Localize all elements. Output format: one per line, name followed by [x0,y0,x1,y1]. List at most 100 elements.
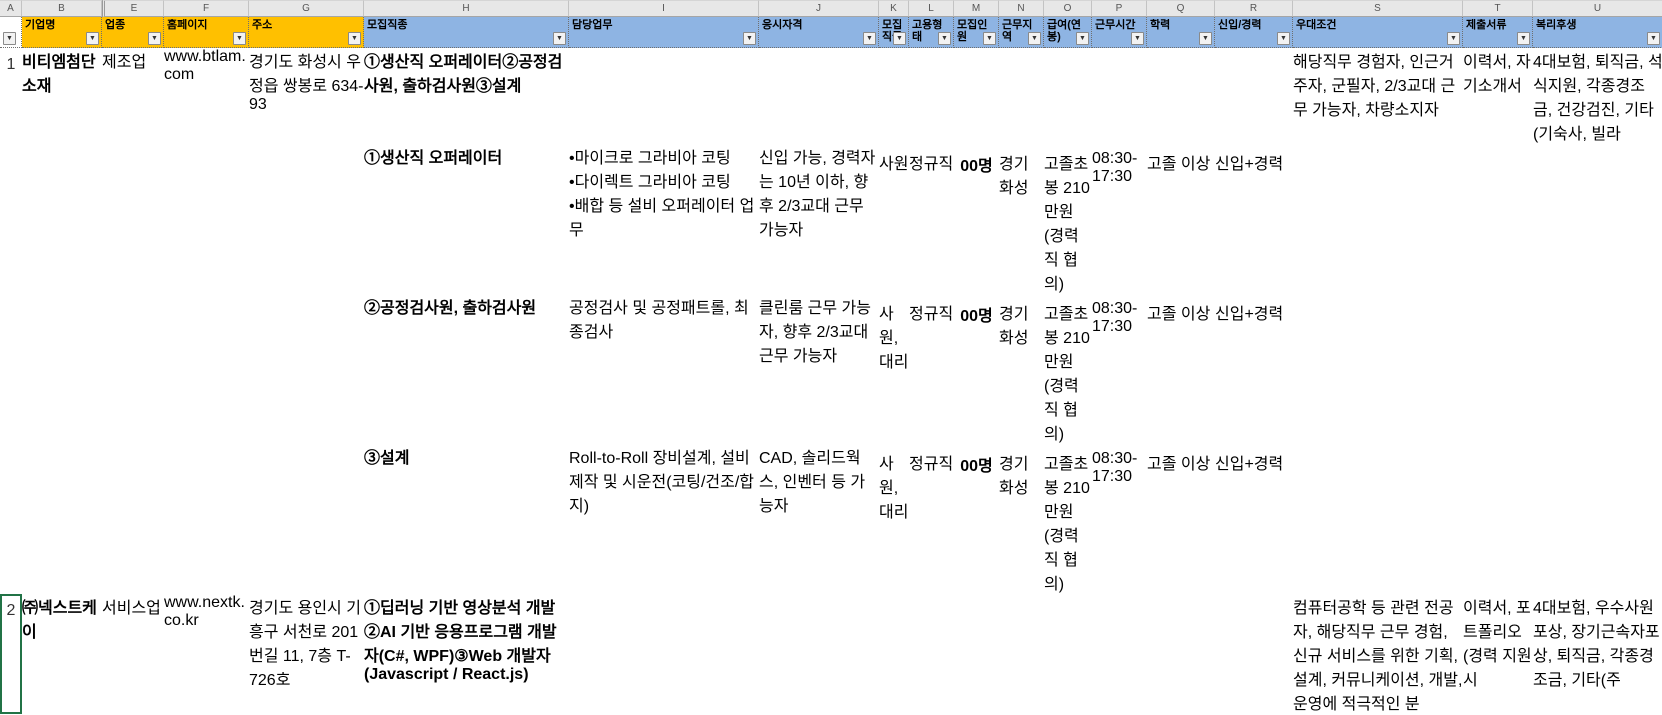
row-number-cell[interactable] [0,144,22,294]
header-cell-기업명[interactable]: 기업명▼ [22,17,102,48]
career-level-cell[interactable]: 신입+경력 [1215,144,1293,294]
education-cell[interactable]: 고졸 이상 [1147,144,1215,294]
filter-dropdown-button[interactable]: ▼ [86,32,99,45]
work-location-cell[interactable]: 경기 화성 [999,144,1044,294]
header-cell-filter[interactable]: ▼ [0,17,22,48]
header-cell-모집직종[interactable]: 모집직종▼ [364,17,569,48]
filter-dropdown-button[interactable]: ▼ [863,32,876,45]
filter-dropdown-button[interactable]: ▼ [1277,32,1290,45]
education-cell[interactable] [1147,48,1215,144]
employment-type-cell[interactable]: 정규직 [909,294,954,444]
filter-dropdown-button[interactable]: ▼ [1076,32,1089,45]
headcount-cell[interactable] [954,48,999,144]
job-title-cell[interactable]: ①딥러닝 기반 영상분석 개발②AI 기반 응용프로그램 개발자(C#, WPF… [364,594,569,714]
qualification-cell[interactable]: CAD, 솔리드웍스, 인벤터 등 가능자 [759,444,879,594]
industry-cell[interactable] [102,444,164,594]
column-letter-S[interactable]: S [1293,0,1463,17]
benefits-cell[interactable]: 4대보험, 우수사원포상, 장기근속자포상, 퇴직금, 각종경조금, 기타(주 [1533,594,1662,714]
filter-dropdown-button[interactable]: ▼ [348,32,361,45]
documents-cell[interactable] [1463,444,1533,594]
education-cell[interactable] [1147,594,1215,714]
duties-cell[interactable] [569,48,759,144]
position-grade-cell[interactable]: 사원 [879,144,909,294]
filter-dropdown-button[interactable]: ▼ [938,32,951,45]
qualification-cell[interactable]: 신입 가능, 경력자는 10년 이하, 향후 2/3교대 근무 가능자 [759,144,879,294]
column-letter-F[interactable]: F [164,0,249,17]
column-letter-A[interactable]: A [0,0,22,17]
position-grade-cell[interactable]: 사원, 대리 [879,444,909,594]
filter-dropdown-button[interactable]: ▼ [1447,32,1460,45]
documents-cell[interactable]: 이력서, 포트폴리오 (경력 지원시 [1463,594,1533,714]
benefits-cell[interactable]: 4대보험, 퇴직금, 석식지원, 각종경조금, 건강검진, 기타(기숙사, 빌라 [1533,48,1662,144]
work-hours-cell[interactable] [1092,594,1147,714]
documents-cell[interactable] [1463,294,1533,444]
address-cell[interactable] [249,144,364,294]
headcount-cell[interactable]: 00명 [954,444,999,594]
website-cell[interactable] [164,294,249,444]
column-letter-I[interactable]: I [569,0,759,17]
header-cell-주소[interactable]: 주소▼ [249,17,364,48]
education-cell[interactable]: 고졸 이상 [1147,294,1215,444]
documents-cell[interactable] [1463,144,1533,294]
header-cell-급여(연봉)[interactable]: 급여(연봉)▼ [1044,17,1092,48]
employment-type-cell[interactable]: 정규직 [909,144,954,294]
header-cell-담당업무[interactable]: 담당업무▼ [569,17,759,48]
career-level-cell[interactable] [1215,594,1293,714]
column-letter-U[interactable]: U [1533,0,1662,17]
header-cell-응시자격[interactable]: 응시자격▼ [759,17,879,48]
preference-cell[interactable]: 해당직무 경험자, 인근거주자, 군필자, 2/3교대 근무 가능자, 차량소지… [1293,48,1463,144]
website-cell[interactable]: www.btlam.com [164,48,249,144]
work-hours-cell[interactable] [1092,48,1147,144]
column-letter-B[interactable]: B [22,0,102,17]
position-grade-cell[interactable]: 사원, 대리 [879,294,909,444]
company-name-cell[interactable]: 비티엠첨단소재 [22,48,102,144]
header-cell-근무시간[interactable]: 근무시간▼ [1092,17,1147,48]
address-cell[interactable]: 경기도 용인시 기흥구 서천로 201번길 11, 7층 T-726호 [249,594,364,714]
industry-cell[interactable] [102,294,164,444]
column-letter-G[interactable]: G [249,0,364,17]
column-letter-Q[interactable]: Q [1147,0,1215,17]
duties-cell[interactable] [569,594,759,714]
education-cell[interactable]: 고졸 이상 [1147,444,1215,594]
headcount-cell[interactable] [954,594,999,714]
job-title-cell[interactable]: ③설계 [364,444,569,594]
job-title-cell[interactable]: ②공정검사원, 출하검사원 [364,294,569,444]
address-cell[interactable]: 경기도 화성시 우정읍 쌍봉로 634-93 [249,48,364,144]
headcount-cell[interactable]: 00명 [954,294,999,444]
header-cell-근무지역[interactable]: 근무지역▼ [999,17,1044,48]
qualification-cell[interactable] [759,48,879,144]
position-grade-cell[interactable] [879,48,909,144]
filter-dropdown-button[interactable]: ▼ [743,32,756,45]
row-number-cell[interactable]: 1 [0,48,22,144]
column-letter-J[interactable]: J [759,0,879,17]
company-name-cell[interactable] [22,294,102,444]
header-cell-모집직급[interactable]: 모집직급▼ [879,17,909,48]
company-name-cell[interactable] [22,144,102,294]
salary-cell[interactable] [1044,48,1092,144]
column-letter-E[interactable]: E [102,0,164,17]
employment-type-cell[interactable] [909,48,954,144]
column-letter-N[interactable]: N [999,0,1044,17]
employment-type-cell[interactable] [909,594,954,714]
company-name-cell[interactable]: ㈜넥스트케이 [22,594,102,714]
row-number-cell[interactable] [0,294,22,444]
benefits-cell[interactable] [1533,444,1662,594]
employment-type-cell[interactable]: 정규직 [909,444,954,594]
header-cell-모집인원[interactable]: 모집인원▼ [954,17,999,48]
filter-dropdown-button[interactable]: ▼ [553,32,566,45]
career-level-cell[interactable]: 신입+경력 [1215,294,1293,444]
career-level-cell[interactable]: 신입+경력 [1215,444,1293,594]
preference-cell[interactable] [1293,444,1463,594]
duties-cell[interactable]: Roll-to-Roll 장비설계, 설비제작 및 시운전(코팅/건조/합지) [569,444,759,594]
filter-dropdown-button[interactable]: ▼ [1199,32,1212,45]
filter-dropdown-button[interactable]: ▼ [983,32,996,45]
documents-cell[interactable]: 이력서, 자기소개서 [1463,48,1533,144]
column-letter-O[interactable]: O [1044,0,1092,17]
address-cell[interactable] [249,444,364,594]
header-cell-홈페이지[interactable]: 홈페이지▼ [164,17,249,48]
header-cell-복리후생[interactable]: 복리후생▼ [1533,17,1662,48]
qualification-cell[interactable]: 클린룸 근무 가능자, 향후 2/3교대 근무 가능자 [759,294,879,444]
work-location-cell[interactable]: 경기 화성 [999,294,1044,444]
work-location-cell[interactable] [999,594,1044,714]
filter-dropdown-button[interactable]: ▼ [1517,32,1530,45]
